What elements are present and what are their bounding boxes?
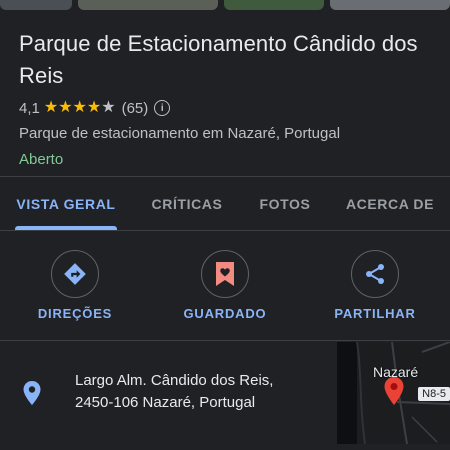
road-badge: N8-5 <box>418 387 450 401</box>
photo-thumbnail[interactable] <box>224 0 324 10</box>
bookmark-icon <box>216 262 234 286</box>
map-thumbnail[interactable]: Nazaré N8-5 <box>337 342 450 444</box>
place-title: Parque de Estacionamento Cândido dos Rei… <box>19 31 418 88</box>
address-line-1: Largo Alm. Cândido dos Reis, <box>75 372 274 389</box>
address-text: Largo Alm. Cândido dos Reis, 2450-106 Na… <box>75 370 273 414</box>
divider <box>0 230 450 231</box>
tab-about[interactable]: ACERCA DE <box>340 178 440 230</box>
star-icon: ★ <box>72 99 87 116</box>
directions-label: DIREÇÕES <box>37 306 113 321</box>
place-header: Parque de Estacionamento Cândido dos Rei… <box>19 28 438 170</box>
place-category: Parque de estacionamento em Nazaré, Port… <box>19 125 341 142</box>
saved-circle <box>201 250 249 298</box>
tab-photos[interactable]: FOTOS <box>250 178 320 230</box>
divider <box>0 340 450 341</box>
saved-button[interactable]: GUARDADO <box>165 250 285 321</box>
tab-bar: VISTA GERAL CRÍTICAS FOTOS ACERCA DE <box>0 178 450 232</box>
info-icon[interactable]: i <box>154 100 171 116</box>
directions-icon <box>64 263 86 285</box>
star-icon: ★ <box>43 99 59 116</box>
share-button[interactable]: PARTILHAR <box>315 250 435 321</box>
rating-stars: ★ ★ ★ ★ ★ <box>44 100 116 116</box>
directions-button[interactable]: DIREÇÕES <box>15 250 135 321</box>
photo-thumbnail[interactable] <box>330 0 450 10</box>
review-count: (65) <box>121 99 149 117</box>
rating-row[interactable]: 4,1 ★ ★ ★ ★ ★ (65) i <box>19 98 438 118</box>
tab-overview[interactable]: VISTA GERAL <box>15 178 117 230</box>
star-icon: ★ <box>101 99 116 116</box>
map-pin-icon <box>384 377 404 405</box>
open-status: Aberto <box>19 151 64 168</box>
divider <box>0 176 450 177</box>
saved-label: GUARDADO <box>183 306 267 321</box>
star-icon: ★ <box>58 99 73 116</box>
photo-thumbnail[interactable] <box>78 0 218 10</box>
rating-score: 4,1 <box>19 99 40 117</box>
share-label: PARTILHAR <box>334 306 416 321</box>
share-circle <box>351 250 399 298</box>
address-line-2: 2450-106 Nazaré, Portugal <box>75 394 256 411</box>
photo-thumbnail[interactable] <box>0 0 72 10</box>
photo-strip[interactable] <box>0 0 450 10</box>
location-pin-icon <box>23 381 41 405</box>
share-icon <box>366 264 384 284</box>
star-icon: ★ <box>86 99 102 116</box>
action-buttons: DIREÇÕES GUARDADO PARTILHAR <box>0 250 450 330</box>
directions-circle <box>51 250 99 298</box>
tab-reviews[interactable]: CRÍTICAS <box>140 178 234 230</box>
